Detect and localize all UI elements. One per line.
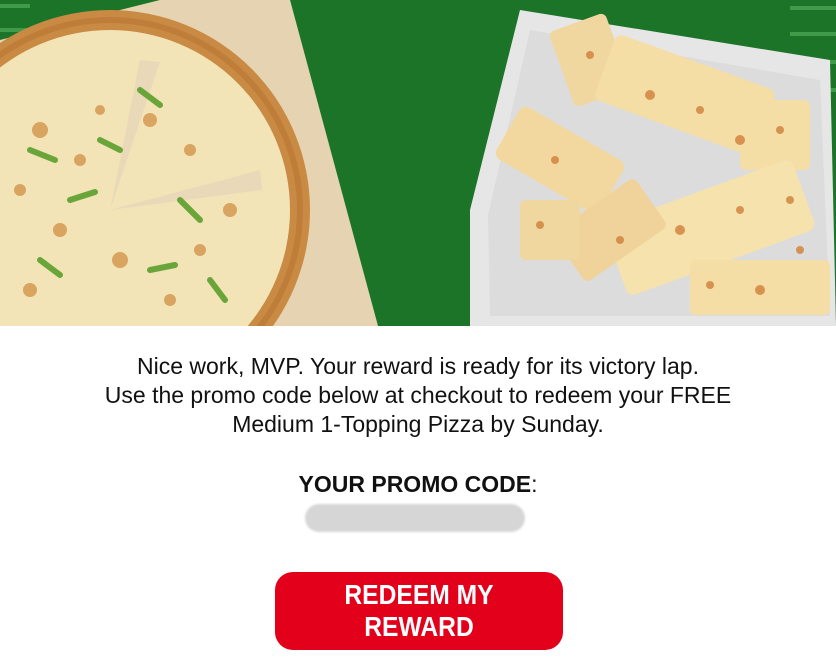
promo-code-redacted xyxy=(305,504,525,532)
breadsticks-graphic xyxy=(470,10,836,326)
email-page: Nice work, MVP. Your reward is ready for… xyxy=(0,0,836,670)
message-line-1: Nice work, MVP. Your reward is ready for… xyxy=(136,353,699,379)
reward-message: Nice work, MVP. Your reward is ready for… xyxy=(0,352,836,439)
hero-image xyxy=(0,0,836,326)
hero-illustration xyxy=(0,0,836,326)
message-line-2: Use the promo code below at checkout to … xyxy=(104,382,732,408)
redeem-button-label: REDEEM MY REWARD xyxy=(344,579,494,642)
promo-code-label: YOUR PROMO CODE xyxy=(298,471,532,497)
promo-code-colon: : xyxy=(531,471,538,497)
message-line-3: Medium 1-Topping Pizza by Sunday. xyxy=(232,411,604,437)
promo-code-heading: YOUR PROMO CODE: xyxy=(0,470,836,499)
redeem-reward-button[interactable]: REDEEM MY REWARD xyxy=(275,572,563,650)
